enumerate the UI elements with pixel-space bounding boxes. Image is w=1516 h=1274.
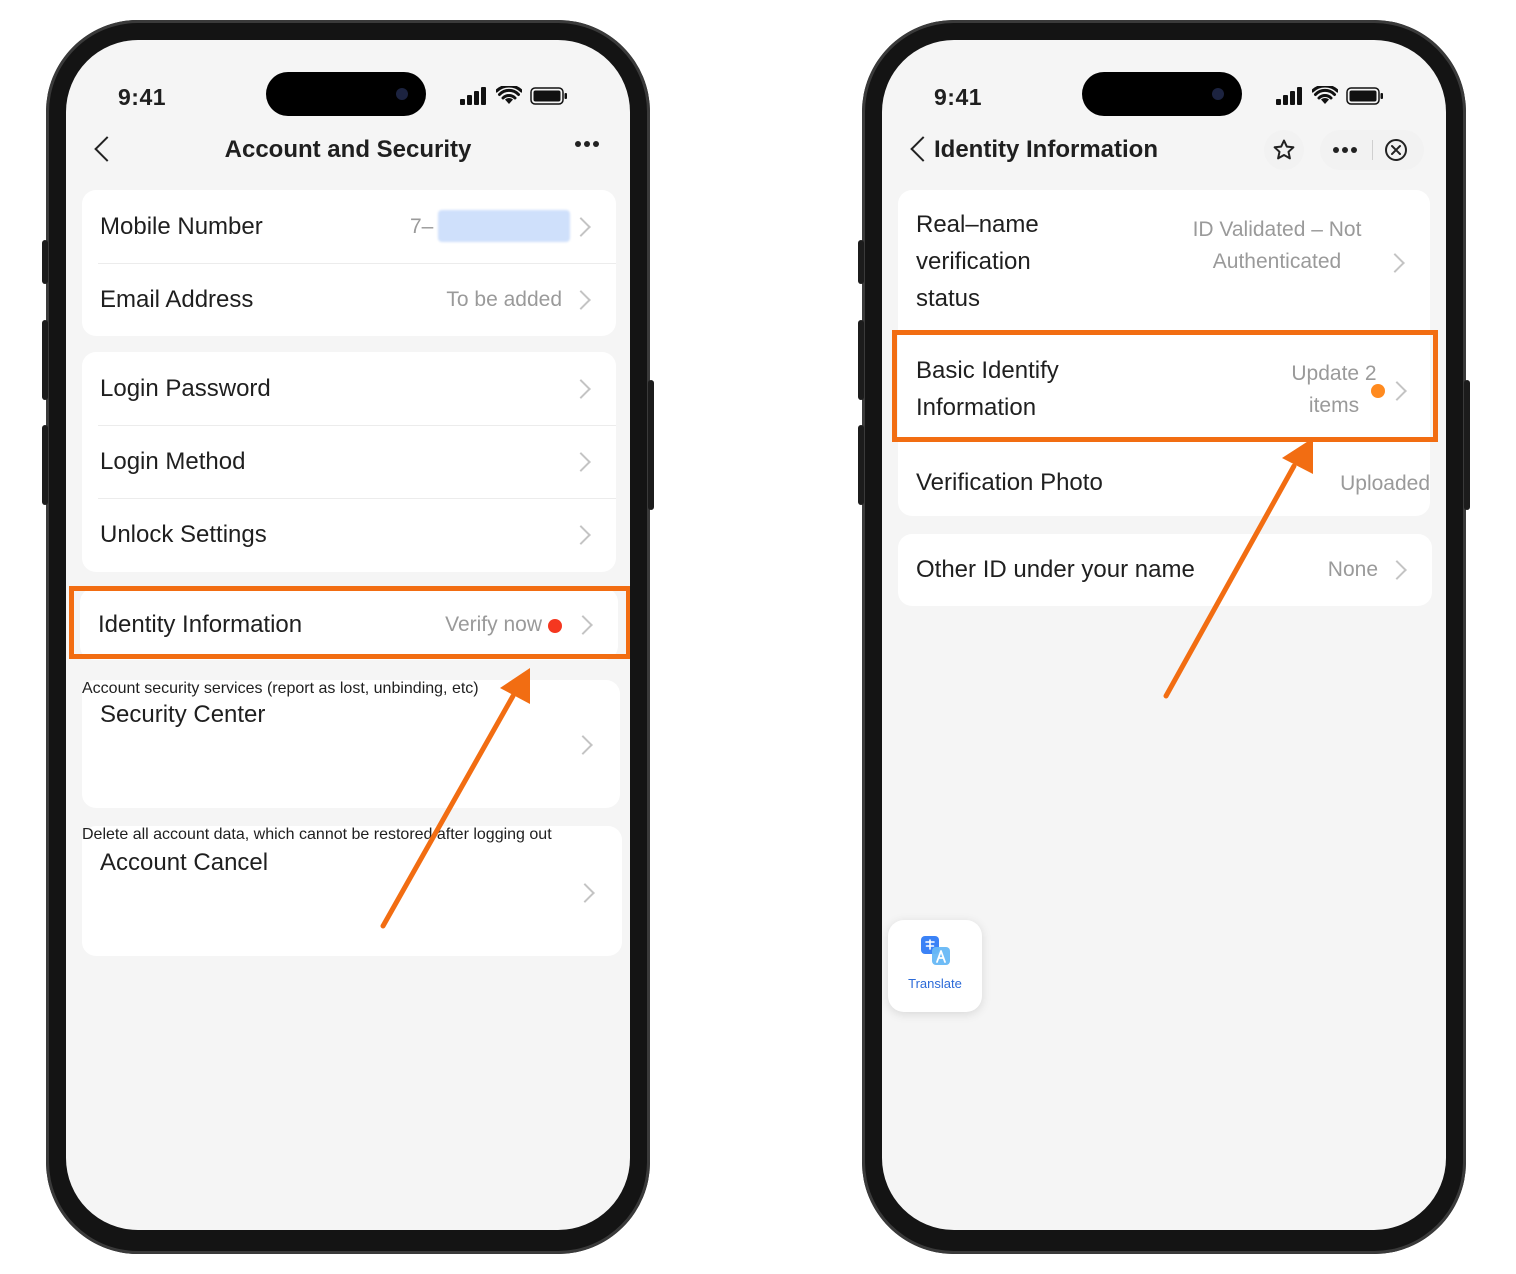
- login-method-label: Login Method: [100, 448, 246, 475]
- security-center-label: Security Center: [100, 701, 266, 728]
- login-password-row[interactable]: Login Password: [82, 352, 616, 425]
- translate-icon: [921, 936, 950, 965]
- highlight-box: [892, 330, 1438, 442]
- close-icon[interactable]: [1384, 138, 1408, 162]
- other-id-label: Other ID under your name: [916, 556, 1195, 583]
- page-title: Identity Information: [934, 136, 1158, 163]
- power-button: [648, 380, 654, 510]
- account-cancel-label: Account Cancel: [100, 849, 269, 876]
- chevron-right-icon: [571, 217, 591, 237]
- more-icon[interactable]: [574, 140, 600, 148]
- volume-up-button: [858, 320, 864, 400]
- battery-icon: [1346, 86, 1383, 105]
- real-name-status-row[interactable]: Real–name verification status ID Validat…: [898, 190, 1430, 330]
- login-password-label: Login Password: [100, 375, 271, 402]
- verification-photo-row[interactable]: Verification Photo Uploaded: [898, 446, 1430, 516]
- real-name-status-value: ID Validated – Not Authenticated: [1192, 218, 1362, 273]
- redacted-number: [438, 210, 570, 242]
- account-cancel-description: Delete all account data, which cannot be…: [82, 826, 552, 843]
- email-address-value: To be added: [446, 288, 562, 311]
- star-icon: [1273, 139, 1295, 160]
- highlight-box: [69, 586, 630, 659]
- account-cancel-card[interactable]: Account Cancel Delete all account data, …: [82, 826, 622, 956]
- wifi-icon: [496, 86, 522, 104]
- status-time: 9:41: [118, 84, 167, 110]
- translate-button[interactable]: Translate: [888, 920, 982, 1012]
- favorite-button[interactable]: [1264, 130, 1304, 170]
- other-id-value: None: [1327, 558, 1378, 581]
- contact-card: Mobile Number 7– Email Address To be add…: [82, 190, 616, 336]
- back-icon[interactable]: [910, 136, 936, 162]
- security-center-card[interactable]: Security Center Account security service…: [82, 680, 620, 808]
- left-phone: 9:41 Account and Security Mobile Number …: [42, 20, 654, 1254]
- mobile-number-label: Mobile Number: [100, 213, 263, 240]
- volume-down-button: [858, 425, 864, 505]
- unlock-settings-label: Unlock Settings: [100, 521, 267, 548]
- wifi-icon: [1312, 86, 1338, 104]
- status-icons: [1276, 86, 1384, 105]
- chevron-right-icon: [1385, 253, 1405, 273]
- login-card: Login Password Login Method Unlock Setti…: [82, 352, 616, 572]
- mobile-number-value: 7–: [410, 215, 434, 238]
- signal-icon: [460, 86, 486, 105]
- chevron-right-icon: [1387, 560, 1407, 580]
- page-title: Account and Security: [224, 136, 472, 163]
- real-name-status-label: Real–name verification status: [916, 211, 1039, 312]
- unlock-settings-row[interactable]: Unlock Settings: [82, 498, 616, 572]
- mobile-number-row[interactable]: Mobile Number 7–: [82, 190, 616, 263]
- left-screen: 9:41 Account and Security Mobile Number …: [66, 40, 630, 1230]
- status-icons: [460, 86, 568, 105]
- chevron-right-icon: [575, 883, 595, 903]
- nav-bar: Account and Security: [66, 124, 630, 176]
- dynamic-island: [1082, 72, 1242, 116]
- status-time: 9:41: [934, 84, 983, 110]
- login-method-row[interactable]: Login Method: [82, 425, 616, 498]
- signal-icon: [1276, 86, 1302, 105]
- translate-label: Translate: [908, 976, 962, 991]
- chevron-right-icon: [573, 735, 593, 755]
- capsule-divider: [1372, 140, 1373, 160]
- right-screen: 9:41 Identity Information Real–name veri…: [882, 40, 1446, 1230]
- email-address-row[interactable]: Email Address To be added: [82, 263, 616, 336]
- dynamic-island: [266, 72, 426, 116]
- chevron-right-icon: [571, 525, 591, 545]
- nav-bar: Identity Information: [882, 124, 1446, 176]
- side-button: [42, 240, 48, 284]
- chevron-right-icon: [571, 290, 591, 310]
- chevron-right-icon: [571, 452, 591, 472]
- verification-photo-label: Verification Photo: [916, 469, 1103, 496]
- right-phone: 9:41 Identity Information Real–name veri…: [858, 20, 1470, 1254]
- other-id-card: Other ID under your name None: [898, 534, 1432, 606]
- email-address-label: Email Address: [100, 286, 254, 313]
- more-icon[interactable]: [1332, 146, 1358, 154]
- capsule-menu: [1320, 130, 1424, 170]
- side-button: [858, 240, 864, 284]
- volume-up-button: [42, 320, 48, 400]
- volume-down-button: [42, 425, 48, 505]
- power-button: [1464, 380, 1470, 510]
- battery-icon: [530, 86, 567, 105]
- chevron-right-icon: [571, 379, 591, 399]
- other-id-row[interactable]: Other ID under your name None: [898, 534, 1432, 606]
- verification-photo-value: Uploaded: [1340, 472, 1430, 495]
